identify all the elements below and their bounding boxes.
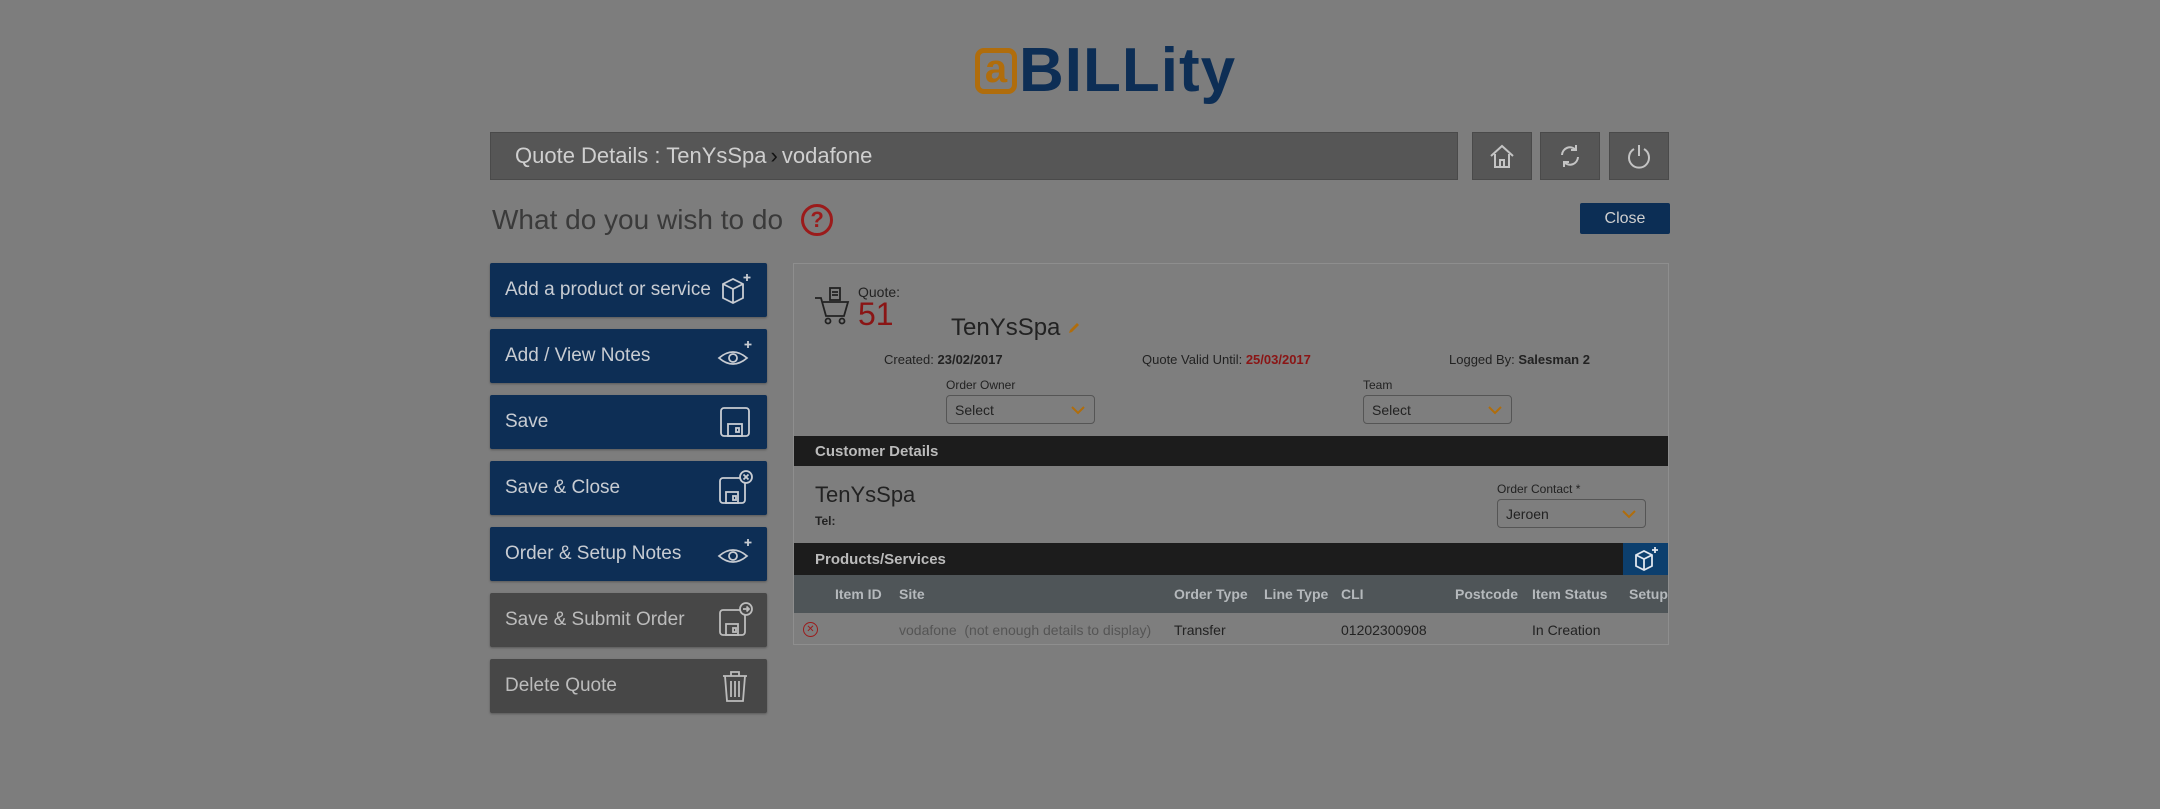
action-menu: Add a product or service Add / View Note… [490,263,767,725]
col-postcode: Postcode [1455,586,1519,602]
col-item-status: Item Status [1532,586,1608,602]
site-note: (not enough details to display) [964,621,1152,638]
eye-plus-icon [717,539,752,563]
created-value: 23/02/2017 [937,352,1003,367]
add-product-small-button[interactable] [1623,543,1668,575]
valid-until: Quote Valid Until: 25/03/2017 [1142,352,1311,367]
logged-value: Salesman 2 [1518,352,1590,367]
logged-by: Logged By: Salesman 2 [1449,352,1590,367]
tel-label: Tel: [815,514,836,528]
select-value: Select [1372,401,1411,418]
floppy-icon [720,407,750,437]
save-button[interactable]: Save [490,395,767,449]
col-item-id: Item ID [835,586,882,602]
quote-panel: Quote: 51 TenYsSpa Created: 23/02/2017 Q… [793,263,1669,645]
cell-site: vodafone (not enough details to display) [899,615,1151,644]
eye-plus-icon [717,341,752,365]
logged-label: Logged By: [1449,352,1515,367]
breadcrumb-bar: Quote Details : TenYsSpa › vodafone [490,132,1458,180]
save-submit-order-button[interactable]: Save & Submit Order [490,593,767,647]
col-cli: CLI [1341,586,1364,602]
cart-icon [815,287,850,325]
customer-name-large: TenYsSpa [815,482,916,507]
products-header: Products/Services [794,543,1668,575]
edit-pencil-icon[interactable] [1066,320,1082,336]
col-setup: Setup [1629,586,1668,602]
table-row[interactable]: ✕ vodafone (not enough details to displa… [794,615,1668,644]
col-order-type: Order Type [1174,586,1248,602]
action-label: Add / View Notes [505,345,651,366]
home-button[interactable] [1472,132,1532,180]
cell-item-status: In Creation [1532,621,1601,638]
select-value: Select [955,401,994,418]
add-product-button[interactable]: Add a product or service [490,263,767,317]
quote-customer-name: TenYsSpa [951,314,1082,342]
delete-row-button[interactable]: ✕ [803,615,818,644]
cell-cli: 01202300908 [1341,621,1427,638]
action-label: Save [505,411,549,432]
floppy-close-icon [719,470,753,504]
team-select[interactable]: Select [1363,395,1512,424]
page-subtitle: vodafone [781,143,873,168]
products-table-header: Item ID Site Order Type Line Type CLI Po… [794,575,1668,613]
breadcrumb-separator: › [770,143,778,168]
action-label: Delete Quote [505,675,617,696]
order-contact-select[interactable]: Jeroen [1497,499,1646,528]
refresh-button[interactable] [1540,132,1600,180]
chevron-down-icon [1071,405,1085,414]
col-site: Site [899,586,925,602]
col-line-type: Line Type [1264,586,1329,602]
quote-number: 51 [858,296,894,332]
prompt-text: What do you wish to do [492,204,784,235]
view-notes-button[interactable]: Add / View Notes [490,329,767,383]
logo-mark: a [975,48,1017,94]
order-contact-label: Order Contact * [1497,482,1581,496]
order-owner-select[interactable]: Select [946,395,1095,424]
action-label: Save & Submit Order [505,609,685,630]
app-logo: a BILLity [975,38,1236,104]
home-icon [1490,144,1514,168]
power-button[interactable] [1609,132,1669,180]
customer-details-header: Customer Details [794,436,1668,466]
save-close-button[interactable]: Save & Close [490,461,767,515]
trash-icon [723,671,747,702]
chevron-down-icon [1488,405,1502,414]
order-owner-label: Order Owner [946,378,1016,392]
page-title: Quote Details : TenYsSpa [515,143,767,168]
valid-label: Quote Valid Until: [1142,352,1243,367]
chevron-down-icon [1622,509,1636,518]
cell-order-type: Transfer [1174,621,1226,638]
team-label: Team [1363,378,1393,392]
customer-name: TenYsSpa [951,314,1061,341]
action-label: Save & Close [505,477,621,498]
cube-plus-icon [1634,547,1658,572]
refresh-icon [1561,145,1579,167]
order-setup-notes-button[interactable]: Order & Setup Notes [490,527,767,581]
help-icon[interactable]: ? [801,204,834,236]
power-icon [1628,145,1650,169]
logo-text: BILLity [1019,36,1237,105]
created-label: Created: [884,352,934,367]
select-value: Jeroen [1506,505,1549,522]
action-prompt: What do you wish to do ? [492,204,834,236]
close-circle-icon: ✕ [803,622,818,637]
close-button[interactable]: Close [1580,203,1670,234]
floppy-submit-icon [719,602,753,636]
site-name: vodafone [899,621,957,638]
action-label: Order & Setup Notes [505,543,682,564]
action-label: Add a product or service [505,279,711,300]
valid-value: 25/03/2017 [1245,352,1311,367]
cube-plus-icon [722,274,751,305]
created-date: Created: 23/02/2017 [884,352,1003,367]
delete-quote-button[interactable]: Delete Quote [490,659,767,713]
